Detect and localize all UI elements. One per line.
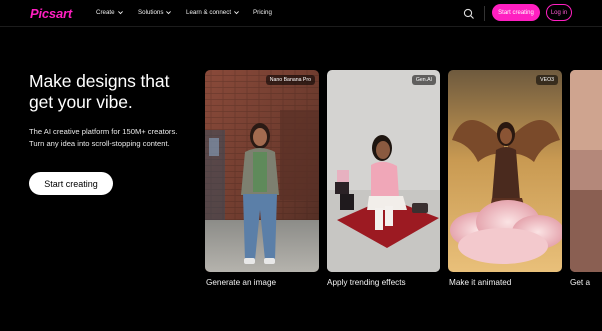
card-image-street-portrait bbox=[205, 70, 319, 272]
nav-item-label: Pricing bbox=[253, 9, 272, 16]
nav-item-pricing[interactable]: Pricing bbox=[253, 9, 272, 16]
card-apply-effects[interactable]: Gen.AI bbox=[327, 70, 440, 272]
login-button[interactable]: Log in bbox=[546, 4, 572, 21]
nav-item-create[interactable]: Create bbox=[96, 9, 124, 16]
model-badge: Gen.AI bbox=[411, 75, 436, 85]
card-label[interactable]: Get a bbox=[570, 278, 590, 287]
nav-divider bbox=[484, 6, 485, 21]
start-creating-hero-button[interactable]: Start creating bbox=[29, 172, 113, 195]
picsart-logo[interactable]: Picsart bbox=[30, 6, 72, 21]
hero-headline: Make designs that get your vibe. bbox=[29, 71, 170, 112]
nav-item-label: Solutions bbox=[138, 9, 164, 16]
nav-item-solutions[interactable]: Solutions bbox=[138, 9, 172, 16]
card-image-angel-cloud bbox=[448, 70, 562, 272]
hero-subtext: The AI creative platform for 150M+ creat… bbox=[29, 127, 178, 148]
model-badge: VEO3 bbox=[536, 75, 558, 85]
card-image-studio-portrait bbox=[327, 70, 440, 272]
model-badge: Nano Banana Pro bbox=[265, 75, 315, 85]
card-make-animated[interactable]: VEO3 bbox=[448, 70, 562, 272]
top-navbar: Picsart Create Solutions Learn & connect… bbox=[0, 0, 602, 27]
card-partial[interactable] bbox=[570, 70, 602, 272]
chevron-down-icon bbox=[117, 9, 124, 16]
card-image-partial bbox=[570, 70, 602, 272]
card-label[interactable]: Make it animated bbox=[449, 278, 511, 287]
card-generate-image[interactable]: Nano Banana Pro bbox=[205, 70, 319, 272]
card-label[interactable]: Apply trending effects bbox=[327, 278, 406, 287]
chevron-down-icon bbox=[233, 9, 240, 16]
card-label[interactable]: Generate an image bbox=[206, 278, 276, 287]
search-icon[interactable] bbox=[463, 7, 475, 19]
nav-item-label: Create bbox=[96, 9, 115, 16]
start-creating-nav-button[interactable]: Start creating bbox=[492, 4, 540, 21]
chevron-down-icon bbox=[165, 9, 172, 16]
nav-item-label: Learn & connect bbox=[186, 9, 232, 16]
nav-item-learn-connect[interactable]: Learn & connect bbox=[186, 9, 240, 16]
